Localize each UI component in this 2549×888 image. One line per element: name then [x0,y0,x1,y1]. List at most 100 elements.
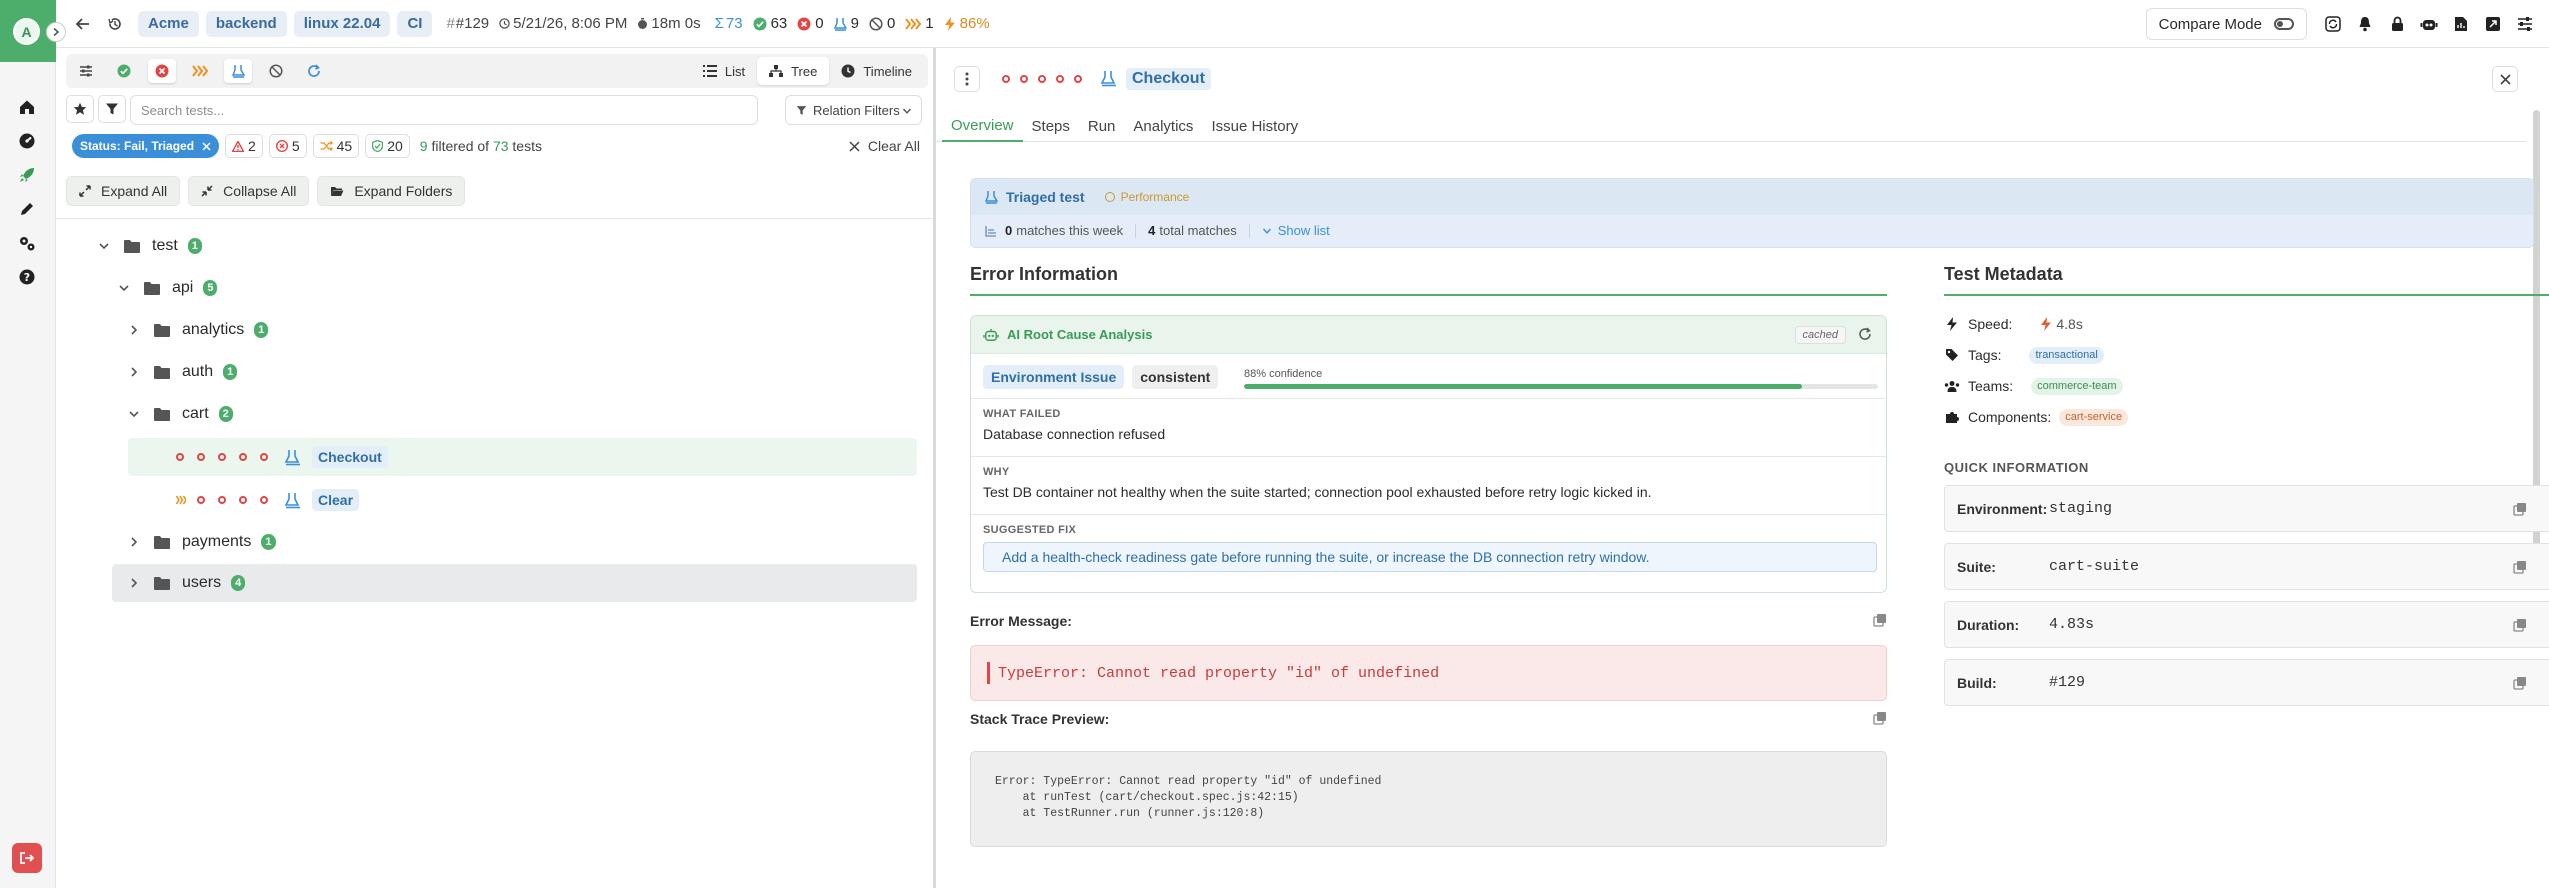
tree-test-clear[interactable]: Clear [128,481,917,519]
chevron-down-icon[interactable] [116,280,132,296]
os-chip[interactable]: linux 22.04 [293,10,391,37]
test-name-chip[interactable]: Checkout [312,446,388,468]
copy-icon[interactable] [1873,613,1887,627]
folder-icon [154,324,170,337]
tree-folder-users[interactable]: users 4 [112,564,917,602]
tab-analytics[interactable]: Analytics [1124,110,1202,142]
toggle-switch-icon[interactable] [2274,18,2294,30]
week-text: matches this week [1016,223,1124,238]
tab-steps[interactable]: Steps [1023,110,1079,142]
active-filters-row: Status: Fail, Triaged 2 5 45 20 9 filter… [72,132,928,160]
copy-icon[interactable] [2513,618,2527,632]
back-arrow-icon[interactable] [70,11,96,37]
tab-overview[interactable]: Overview [942,110,1023,142]
rocket-icon[interactable] [14,162,40,188]
expand-folders-button[interactable]: Expand Folders [317,176,466,206]
search-input[interactable] [130,95,758,125]
filter-flaky-icon[interactable] [186,59,214,83]
history-icon[interactable] [102,11,128,37]
stack-trace-text: Error: TypeError: Cannot read property "… [970,751,1887,847]
sliders-icon[interactable] [2509,8,2541,40]
test-name-chip[interactable]: Clear [312,489,360,511]
view-list-button[interactable]: List [691,57,757,85]
more-menu-icon[interactable] [954,66,980,92]
lock-icon[interactable] [2381,8,2413,40]
components-label: Components: [1968,409,2052,425]
triaged-test-icon [985,191,998,204]
chevron-right-icon[interactable] [126,575,142,591]
chevron-down-icon[interactable] [96,238,112,254]
filter-funnel-icon[interactable] [98,95,126,123]
env-chip[interactable]: CI [397,10,433,37]
favorites-star-icon[interactable] [66,95,94,123]
bell-icon[interactable] [2349,8,2381,40]
relation-filters-dropdown[interactable]: Relation Filters [785,95,922,125]
collapse-all-label: Collapse All [223,183,297,199]
pen-icon[interactable] [14,196,40,222]
view-timeline-button[interactable]: Timeline [829,57,924,85]
tree-folder-api[interactable]: api 5 [116,270,218,306]
tree-folder-cart[interactable]: cart 2 [126,396,233,432]
clear-all-button[interactable]: Clear All [849,134,920,158]
robot-icon[interactable] [2413,8,2445,40]
close-icon[interactable] [202,141,211,151]
tree-folder-auth[interactable]: auth 1 [126,354,238,390]
project-chip[interactable]: backend [205,10,287,37]
settings-gears-icon[interactable] [14,230,40,256]
filter-failed-x-icon[interactable] [148,59,176,83]
component-chip[interactable]: cart-service [2059,408,2129,426]
filter-triaged-icon[interactable] [224,59,252,83]
stat-total: Σ 73 [715,15,743,32]
tree-folder-payments[interactable]: payments 1 [126,524,276,560]
chevron-right-icon[interactable] [126,534,142,550]
view-tree-button[interactable]: Tree [757,57,830,85]
refresh-icon[interactable] [300,59,328,83]
flaky-count-chip[interactable]: 45 [312,134,360,158]
warning-count-chip[interactable]: 2 [225,134,263,158]
chevron-right-icon[interactable] [126,364,142,380]
sliders-icon[interactable] [72,59,100,83]
shield-count-chip[interactable]: 20 [365,134,410,158]
avatar[interactable]: A [13,18,40,45]
tag-chip[interactable]: transactional [2029,346,2104,364]
filter-toolbar: List Tree Timeline [66,54,928,88]
filter-passed-check-icon[interactable] [110,59,138,83]
status-filter-chip[interactable]: Status: Fail, Triaged [72,134,220,158]
org-chip[interactable]: Acme [138,10,199,37]
close-icon[interactable] [2492,66,2518,92]
chevron-down-icon[interactable] [126,406,142,422]
copy-icon[interactable] [2513,676,2527,690]
sync-icon[interactable] [2317,8,2349,40]
refresh-icon[interactable] [1858,327,1872,341]
error-message-label: Error Message: [970,613,1072,629]
report-icon[interactable] [2445,8,2477,40]
home-icon[interactable] [14,94,40,120]
dashboard-gauge-icon[interactable] [14,128,40,154]
tree-folder-test[interactable]: test 1 [96,228,202,264]
chevron-right-icon[interactable] [126,322,142,338]
tab-issue-history[interactable]: Issue History [1202,110,1307,142]
filter-blocked-icon[interactable] [262,59,290,83]
help-icon[interactable]: ? [14,264,40,290]
show-list-link[interactable]: Show list [1262,223,1330,238]
tree-folder-analytics[interactable]: analytics 1 [126,312,269,348]
quick-information-heading: QUICK INFORMATION [1944,460,2089,475]
collapse-all-button[interactable]: Collapse All [188,176,310,206]
suggested-fix-text: Add a health-check readiness gate before… [983,542,1877,572]
rail-expand-chevron-icon[interactable] [46,22,66,42]
tree-folder-label: analytics [182,321,245,338]
compare-mode-toggle[interactable]: Compare Mode [2145,8,2307,40]
copy-icon[interactable] [1873,711,1887,725]
bolt-icon [944,16,955,31]
tree-test-checkout[interactable]: Checkout [128,438,917,476]
copy-icon[interactable] [2513,502,2527,516]
quick-info-key: Suite: [1957,558,1996,575]
error-count-chip[interactable]: 5 [268,134,307,158]
team-chip[interactable]: commerce-team [2031,377,2123,395]
expand-all-button[interactable]: Expand All [66,176,181,206]
export-icon[interactable] [2477,8,2509,40]
logout-icon[interactable] [12,843,42,873]
expand-arrows-icon [79,185,91,197]
copy-icon[interactable] [2513,560,2527,574]
tab-run[interactable]: Run [1079,110,1125,142]
